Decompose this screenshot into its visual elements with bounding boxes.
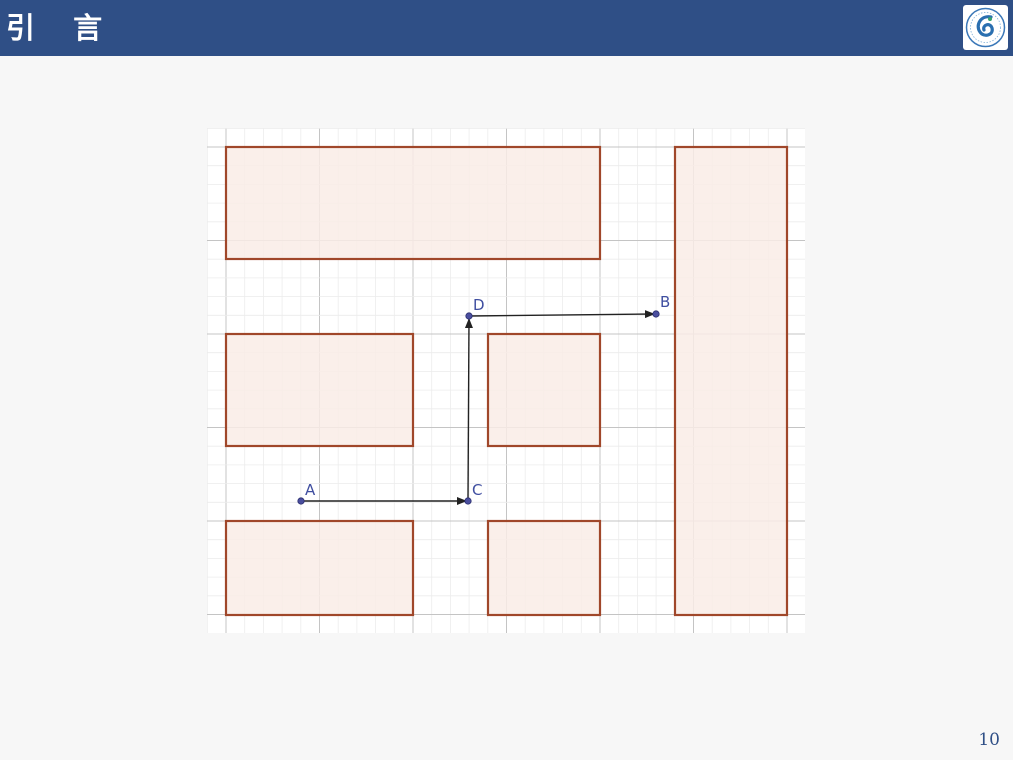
path-arrow-d-to-b: [468, 310, 655, 319]
obstacles: [224, 145, 789, 617]
page-number: 10: [978, 730, 1000, 750]
obstacle-middle-center: [486, 332, 602, 448]
point-label-d: D: [473, 296, 485, 314]
point-label-a: A: [305, 481, 316, 499]
obstacle-bottom-left: [224, 519, 415, 617]
point-label-c: C: [472, 481, 482, 499]
point-label-b: B: [660, 293, 670, 311]
slide-header: 引 言: [0, 0, 1013, 56]
point-b: [652, 310, 660, 318]
obstacle-right-tall: [673, 145, 789, 617]
obstacle-bottom-center: [486, 519, 602, 617]
grid-map: A C D B: [206, 127, 805, 633]
obstacle-top-wide: [224, 145, 602, 261]
point-a: [297, 497, 305, 505]
university-logo: [963, 5, 1008, 50]
obstacle-middle-left: [224, 332, 415, 448]
path-planning-figure: A C D B: [206, 127, 805, 633]
point-c: [464, 497, 472, 505]
slide-title: 引 言: [6, 11, 117, 45]
university-logo-icon: [965, 7, 1006, 48]
point-d: [465, 312, 473, 320]
